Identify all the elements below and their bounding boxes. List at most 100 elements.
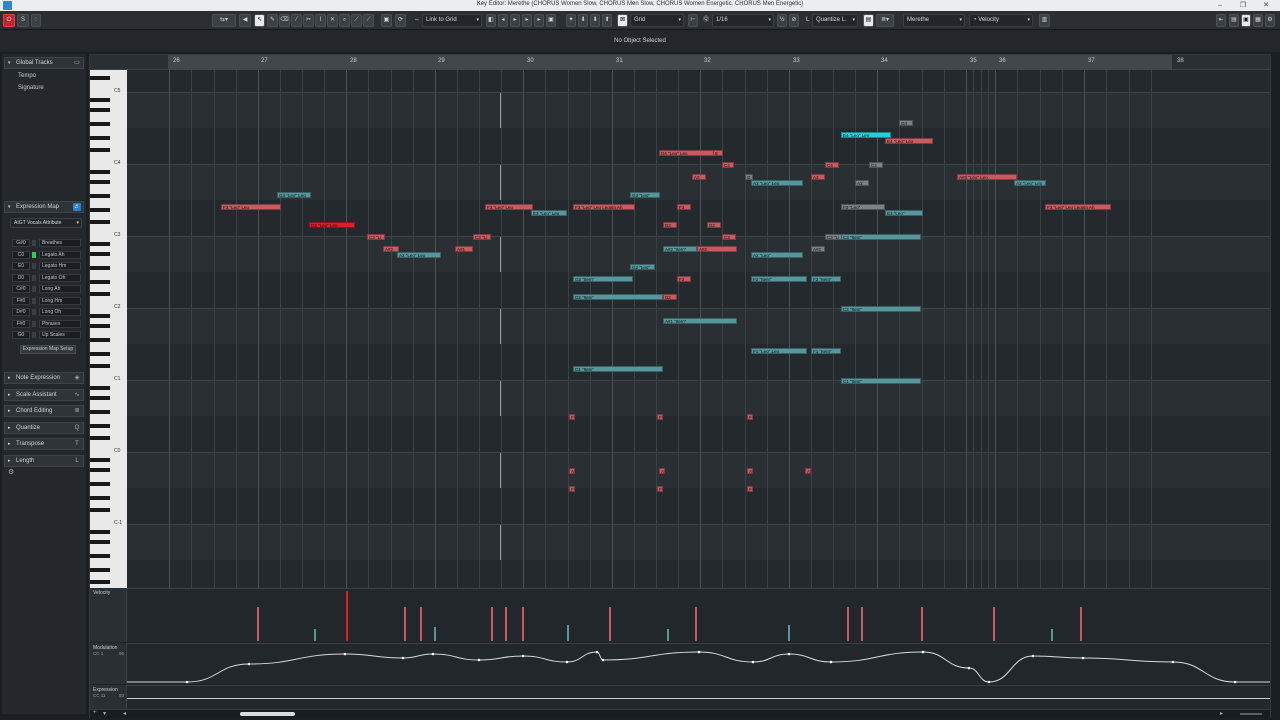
midi-note[interactable]: E3 "Leo" xyxy=(885,210,923,216)
midi-note[interactable]: A xyxy=(569,468,575,474)
modulation-point[interactable] xyxy=(431,652,435,656)
midi-note[interactable]: D1 "Item" xyxy=(573,366,663,372)
velocity-bar[interactable] xyxy=(522,607,524,641)
black-key[interactable] xyxy=(90,468,110,472)
black-key[interactable] xyxy=(90,280,110,284)
trim-tool-icon[interactable]: ⁄ xyxy=(291,14,302,27)
midi-note[interactable]: C3 "Item" xyxy=(841,234,921,240)
midi-note[interactable]: A#3 "Leo" Leo xyxy=(957,174,1017,180)
midi-note[interactable]: C1 "Item" xyxy=(841,378,921,384)
modulation-point[interactable] xyxy=(967,666,971,670)
modulation-point[interactable] xyxy=(185,680,189,684)
nudge-length-icon[interactable]: ▣ xyxy=(546,14,556,27)
mute-tool-icon[interactable]: ✕ xyxy=(327,14,338,27)
midi-note[interactable]: F2 xyxy=(677,276,691,282)
note-expression-section[interactable]: ▸ Note Expression ◈ xyxy=(4,372,84,384)
velocity-lane[interactable] xyxy=(127,588,1270,642)
midi-note[interactable]: D4 "Leo" Leo xyxy=(659,150,719,156)
black-key[interactable] xyxy=(90,530,110,534)
expression-curve[interactable] xyxy=(127,698,1270,699)
midi-note[interactable]: A#2 xyxy=(697,246,737,252)
midi-note[interactable]: G3 "Leo" xyxy=(630,192,660,198)
ruler[interactable]: 26 27 28 29 30 31 32 33 34 35 36 37 38 xyxy=(90,55,1270,70)
black-key[interactable] xyxy=(90,424,110,428)
articulation-row[interactable]: G#0 Breathes xyxy=(10,238,82,248)
expression-lane-label[interactable]: Expression CC 11 93 xyxy=(90,685,127,709)
modulation-point[interactable] xyxy=(401,656,405,660)
articulation-row[interactable]: G0 Up Scales xyxy=(10,330,82,340)
modulation-point[interactable] xyxy=(751,660,755,664)
midi-note[interactable]: F xyxy=(569,486,575,492)
midi-note[interactable]: A xyxy=(747,468,753,474)
move-down-icon[interactable]: ⬇ xyxy=(578,14,588,27)
black-key[interactable] xyxy=(90,252,110,256)
articulation-row[interactable]: C0 Legato Ah xyxy=(10,250,82,260)
velocity-bar[interactable] xyxy=(993,607,995,641)
velocity-lane-label[interactable]: Velocity xyxy=(90,588,127,642)
track-name-dropdown[interactable]: Merethe ▾ xyxy=(903,14,965,27)
snap-icon[interactable]: ⊠ xyxy=(617,14,628,27)
layout-inspector-icon[interactable]: ▤ xyxy=(1229,14,1239,27)
quantize-length-dropdown[interactable]: Quantize L. ▾ xyxy=(812,14,858,27)
midi-note[interactable]: F3 "Leo" Leo xyxy=(485,204,533,210)
midi-note[interactable]: F xyxy=(747,486,753,492)
midi-note[interactable]: F3 "Leo" Leo Legato Ah xyxy=(573,204,635,210)
modulation-point[interactable] xyxy=(565,660,569,664)
midi-note[interactable]: E4 "Leo" Leo xyxy=(885,138,933,144)
move-up-icon[interactable]: ⬇ xyxy=(590,14,600,27)
inspector-settings-gear-icon[interactable]: ⚙ xyxy=(8,468,14,476)
black-key[interactable] xyxy=(90,76,110,80)
black-key[interactable] xyxy=(90,482,110,486)
keyboard-icon[interactable]: ▥ xyxy=(1039,14,1050,27)
modulation-point[interactable] xyxy=(1171,660,1175,664)
velocity-bar[interactable] xyxy=(609,607,611,641)
black-key[interactable] xyxy=(90,496,110,500)
midi-note[interactable]: F3 xyxy=(677,204,691,210)
black-key[interactable] xyxy=(90,436,110,440)
modulation-point[interactable] xyxy=(787,652,791,656)
velocity-bar[interactable] xyxy=(567,625,569,641)
midi-note[interactable]: F3 "Leo" xyxy=(841,204,885,210)
nudge-start-icon[interactable]: ▸ xyxy=(522,14,532,27)
modulation-point[interactable] xyxy=(595,650,599,654)
zoom-tool-icon[interactable]: ⌕ xyxy=(339,14,350,27)
midi-note[interactable]: C3 "Li xyxy=(473,234,491,240)
lane-presets-icon[interactable]: ▾ xyxy=(103,710,106,717)
midi-note[interactable]: E4 "Leo" Leo xyxy=(841,132,891,138)
midi-note[interactable]: A3 "Leo" Leo xyxy=(751,180,803,186)
midi-note[interactable]: C2 "Item" xyxy=(841,306,921,312)
black-key[interactable] xyxy=(90,266,110,270)
black-key[interactable] xyxy=(90,98,110,102)
midi-note[interactable]: E3 "Leo" Leo xyxy=(531,210,567,216)
power-icon[interactable]: ⏻ xyxy=(3,14,15,27)
velocity-bar[interactable] xyxy=(314,629,316,641)
black-key[interactable] xyxy=(90,554,110,558)
modulation-point[interactable] xyxy=(1081,656,1085,660)
edit-active-part-icon[interactable]: ▤ xyxy=(863,14,874,27)
nudge-icon[interactable]: ◧ xyxy=(486,14,496,27)
midi-note[interactable]: A3 xyxy=(855,180,869,186)
velocity-bar[interactable] xyxy=(847,607,849,641)
articulation-row[interactable]: D#0 Long Oh xyxy=(10,307,82,317)
black-key[interactable] xyxy=(90,122,110,126)
close-button[interactable]: ✕ xyxy=(1256,0,1276,11)
erase-tool-icon[interactable]: ⌫ xyxy=(279,14,290,27)
nudge-left-icon[interactable]: ◂ xyxy=(498,14,508,27)
restore-button[interactable]: ❐ xyxy=(1233,0,1253,11)
midi-note[interactable]: F xyxy=(747,414,753,420)
modulation-point[interactable] xyxy=(829,660,833,664)
note-grid[interactable]: F3 "Leo" Leo G3 "Leo" Leo D3 "Leo" Leo C3 "… xyxy=(127,70,1270,588)
modulation-lane[interactable] xyxy=(127,643,1270,684)
add-lane-icon[interactable]: + xyxy=(93,710,97,716)
black-key[interactable] xyxy=(90,352,110,356)
modulation-point[interactable] xyxy=(1233,680,1237,684)
midi-note[interactable]: D2 "Item" xyxy=(573,294,663,300)
length-section[interactable]: ▸ Length L xyxy=(4,455,84,467)
black-key[interactable] xyxy=(90,364,110,368)
glue-tool-icon[interactable]: ⌇ xyxy=(315,14,326,27)
midi-note[interactable]: A2 "Leo" xyxy=(751,252,803,258)
piano-keyboard[interactable]: C5 C4 C3 C2 C1 C0 C-1 xyxy=(90,70,127,588)
zoom-slider[interactable] xyxy=(1240,713,1262,715)
horizontal-scrollbar[interactable]: + ▾ ◂ ▸ xyxy=(90,709,1270,718)
expression-lane[interactable] xyxy=(127,685,1270,709)
